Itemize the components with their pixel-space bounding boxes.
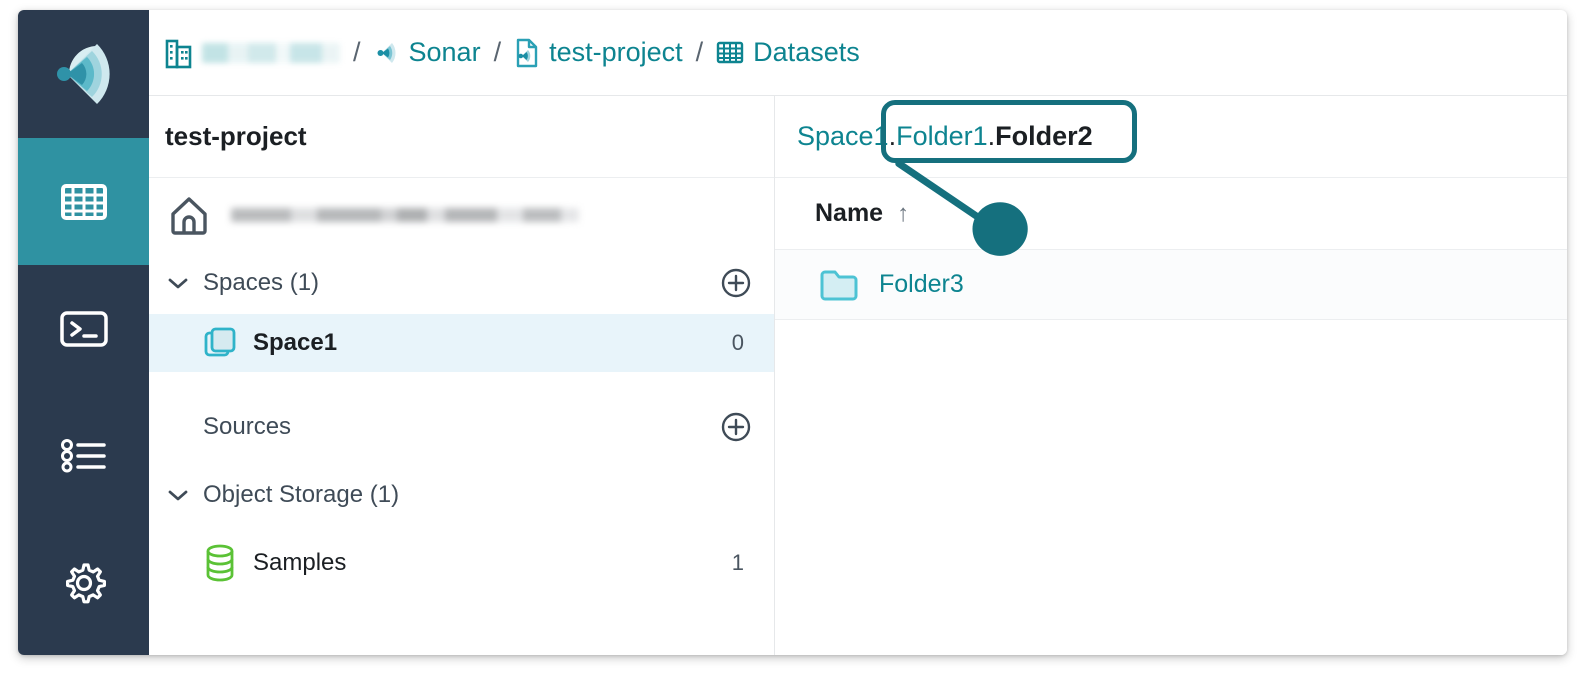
path-segment-space1[interactable]: Space1 (797, 121, 889, 151)
project-document-icon (514, 37, 540, 69)
sidebar-item-settings[interactable] (18, 519, 149, 646)
dataset-path: Space1.Folder1.Folder2 (797, 121, 1093, 152)
plus-circle-icon (720, 411, 752, 443)
breadcrumb-item-datasets[interactable]: Datasets (716, 37, 860, 68)
tree-item-space1-count: 0 (732, 330, 744, 356)
space-stack-icon (203, 326, 237, 360)
add-space-button[interactable] (720, 267, 752, 299)
section-object-storage-label: Object Storage (1) (203, 481, 752, 509)
table-row[interactable]: Folder3 (775, 250, 1567, 320)
table-header: Name ↑ (775, 178, 1567, 250)
database-icon (203, 544, 237, 582)
sort-ascending-icon[interactable]: ↑ (897, 200, 909, 228)
terminal-icon (59, 310, 109, 348)
breadcrumb-item-sonar[interactable]: Sonar (374, 37, 481, 68)
home-icon (167, 194, 211, 236)
organization-building-icon (165, 37, 193, 69)
chevron-down-icon[interactable] (165, 276, 191, 290)
page-title: test-project (165, 121, 307, 152)
section-spaces[interactable]: Spaces (1) (149, 252, 774, 314)
body-split: test-project Spaces ( (149, 96, 1567, 655)
app-window: / Sonar / test-proj (18, 10, 1567, 655)
breadcrumb-separator: / (340, 37, 374, 68)
sidebar-item-sql-runner[interactable] (18, 265, 149, 392)
folder-icon (819, 268, 861, 302)
path-dot: . (889, 121, 897, 151)
path-segment-folder1[interactable]: Folder1 (896, 121, 988, 151)
tree-item-space1[interactable]: Space1 0 (149, 314, 774, 372)
tree-item-samples[interactable]: Samples 1 (149, 534, 774, 592)
breadcrumb-item-test-project[interactable]: test-project (514, 37, 683, 69)
tree-item-samples-label: Samples (253, 549, 716, 577)
main-area: / Sonar / test-proj (149, 10, 1567, 655)
breadcrumb-item-datasets-label: Datasets (753, 37, 860, 68)
sidebar-item-datasets[interactable] (18, 138, 149, 265)
home-label-redacted (231, 208, 579, 222)
sonar-wave-icon (374, 39, 400, 67)
tree-item-space1-label: Space1 (253, 329, 716, 357)
section-sources[interactable]: Sources (149, 396, 774, 458)
breadcrumb: / Sonar / test-proj (149, 10, 1567, 96)
breadcrumb-separator: / (683, 37, 717, 68)
project-sidebar: test-project Spaces ( (149, 96, 775, 655)
grid-datasets-icon (716, 40, 744, 66)
home-row[interactable] (149, 178, 774, 252)
breadcrumb-item-organization[interactable] (165, 37, 340, 69)
dataset-panel: Space1.Folder1.Folder2 Name ↑ Folder3 (775, 96, 1567, 655)
grid-datasets-icon (60, 182, 108, 222)
section-object-storage[interactable]: Object Storage (1) (149, 464, 774, 526)
gear-icon (60, 559, 108, 607)
add-source-button[interactable] (720, 411, 752, 443)
nav-rail (18, 10, 149, 655)
plus-circle-icon (720, 267, 752, 299)
path-segment-folder2: Folder2 (995, 121, 1093, 151)
tree-item-samples-count: 1 (732, 550, 744, 576)
project-title-row: test-project (149, 96, 774, 178)
breadcrumb-organization-label-redacted (202, 43, 340, 63)
table-row-name: Folder3 (879, 270, 964, 299)
section-spaces-label: Spaces (1) (203, 269, 708, 297)
sidebar-item-jobs[interactable] (18, 392, 149, 519)
breadcrumb-item-test-project-label: test-project (549, 37, 683, 68)
chevron-down-icon[interactable] (165, 488, 191, 502)
breadcrumb-separator: / (481, 37, 515, 68)
section-sources-label: Sources (203, 413, 708, 441)
breadcrumb-item-sonar-label: Sonar (409, 37, 481, 68)
dataset-path-row: Space1.Folder1.Folder2 (775, 96, 1567, 178)
sonar-logo-icon (18, 10, 149, 138)
list-icon (59, 437, 109, 475)
column-header-name[interactable]: Name (815, 199, 883, 228)
